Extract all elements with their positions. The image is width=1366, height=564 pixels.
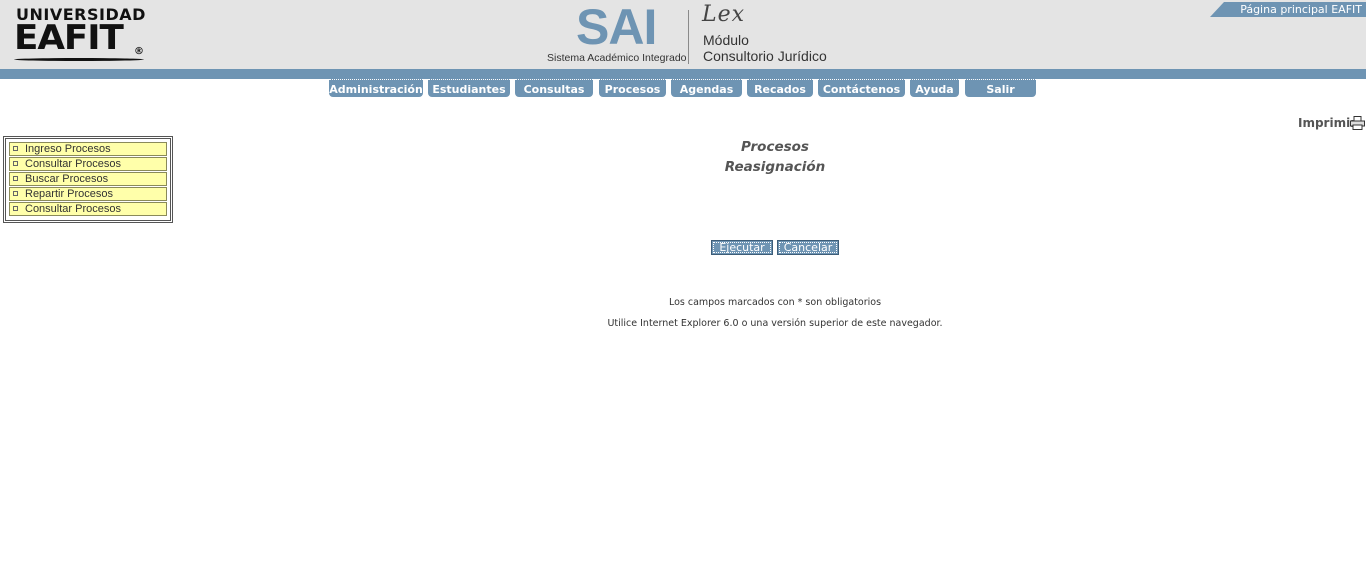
bullet-icon <box>13 161 18 166</box>
sai-logo: SAI Sistema Académico Integrado <box>545 0 687 65</box>
tab-contactenos[interactable]: Contáctenos <box>818 79 905 97</box>
module-line2: Consultorio Jurídico <box>703 48 827 64</box>
page-title: Procesos <box>741 139 809 155</box>
sai-title: SAI <box>576 0 657 55</box>
required-fields-note: Los campos marcados con * son obligatori… <box>668 297 882 308</box>
header-divider <box>688 10 689 64</box>
home-link[interactable]: Página principal EAFIT <box>1210 2 1366 17</box>
execute-button[interactable]: Ejecutar <box>711 240 773 255</box>
tab-ayuda[interactable]: Ayuda <box>910 79 959 97</box>
browser-note: Utilice Internet Explorer 6.0 o una vers… <box>607 318 943 329</box>
module-line1: Módulo <box>703 32 749 48</box>
logo-line2: EAFIT <box>14 18 124 58</box>
tab-consultas[interactable]: Consultas <box>515 79 593 97</box>
bullet-icon <box>13 191 18 196</box>
menu-item-label: Consultar Procesos <box>25 203 121 215</box>
menu-item-consultar-procesos-2[interactable]: Consultar Procesos <box>9 202 167 216</box>
page-subtitle: Reasignación <box>724 159 826 175</box>
print-link[interactable]: Imprimir <box>1298 116 1356 130</box>
tab-agendas[interactable]: Agendas <box>671 79 742 97</box>
cancel-button[interactable]: Cancelar <box>777 240 839 255</box>
header-band <box>0 69 1366 79</box>
lex-word: Lex <box>702 2 746 27</box>
menu-item-label: Repartir Procesos <box>25 188 114 200</box>
bullet-icon <box>13 176 18 181</box>
tab-administracion[interactable]: Administración <box>329 79 423 97</box>
eafit-logo[interactable]: UNIVERSIDAD EAFIT ® <box>14 5 149 65</box>
tab-recados[interactable]: Recados <box>747 79 813 97</box>
menu-item-repartir-procesos[interactable]: Repartir Procesos <box>9 187 167 201</box>
bullet-icon <box>13 206 18 211</box>
printer-icon[interactable] <box>1350 116 1365 130</box>
main-nav: Administración Estudiantes Consultas Pro… <box>0 79 1366 99</box>
tab-procesos[interactable]: Procesos <box>599 79 666 97</box>
tab-estudiantes[interactable]: Estudiantes <box>428 79 510 97</box>
tab-salir[interactable]: Salir <box>965 79 1036 97</box>
logo-registered-mark: ® <box>134 46 144 57</box>
lex-module-logo: Lex Módulo Consultorio Jurídico <box>702 2 832 66</box>
logo-swoosh <box>14 58 144 61</box>
sai-subtitle: Sistema Académico Integrado <box>547 52 687 64</box>
home-link-label[interactable]: Página principal EAFIT <box>1240 2 1362 17</box>
bullet-icon <box>13 146 18 151</box>
